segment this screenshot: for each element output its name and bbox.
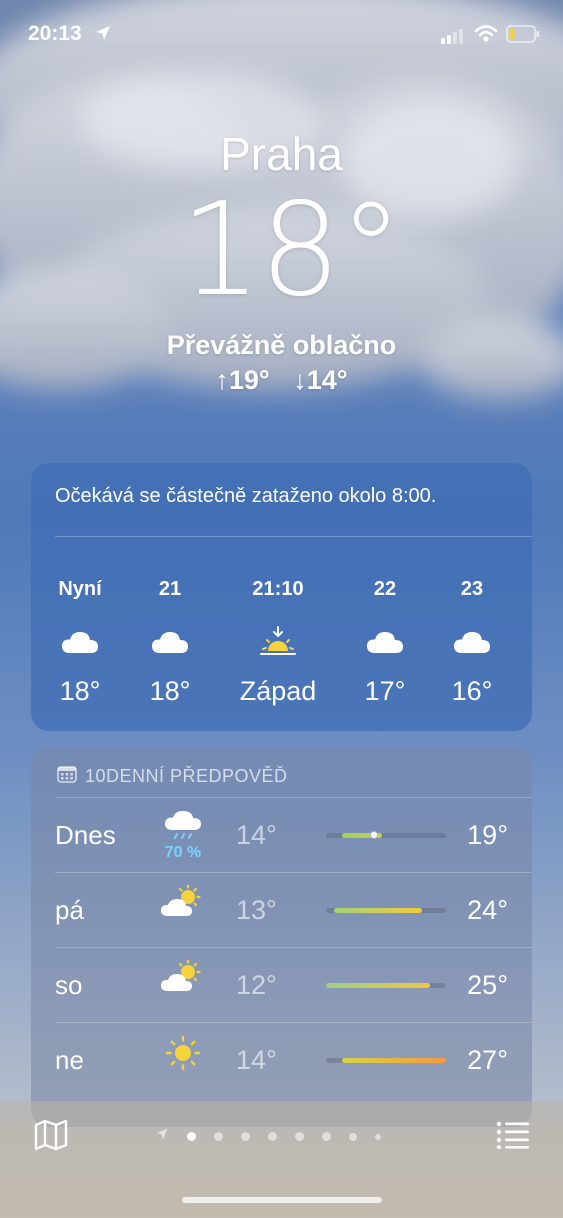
high-temperature: 24° (467, 895, 508, 925)
list-icon[interactable] (496, 1121, 530, 1154)
high-temperature: ↑19° (215, 365, 270, 395)
daily-forecast-title: 10DENNÍ PŘEDPOVĚĎ (85, 766, 288, 786)
location-arrow-icon (155, 1127, 169, 1146)
status-time: 20:13 (28, 22, 82, 45)
partly-cloudy-icon (159, 884, 207, 924)
page-dot[interactable] (241, 1132, 250, 1141)
temperature-range-bar (326, 908, 446, 913)
low-temperature: 13° (236, 895, 277, 925)
hourly-time: 21 (158, 578, 182, 600)
low-temperature: ↓14° (293, 365, 348, 395)
hourly-time: 21:10 (252, 578, 304, 600)
high-temperature: 25° (467, 970, 508, 1000)
low-temperature: 14° (236, 1045, 277, 1075)
current-weather: Praha 18° Převážně oblačno ↑19° ↓14° (0, 128, 563, 396)
low-temperature: 12° (236, 970, 277, 1000)
cellular-signal-icon (441, 28, 465, 49)
hourly-time: Nyní (58, 578, 102, 600)
day-label: Dnes (55, 820, 116, 850)
battery-icon (506, 25, 540, 48)
hourly-value: 17° (364, 676, 406, 706)
high-low-temperature: ↑19° ↓14° (0, 365, 563, 396)
sun-icon (159, 1035, 207, 1076)
page-dot[interactable] (187, 1132, 196, 1141)
cloud-icon (427, 622, 517, 662)
page-indicator[interactable] (155, 1127, 381, 1146)
forecast-summary: Očekává se částečně zataženo okolo 8:00. (55, 485, 437, 507)
map-icon[interactable] (34, 1119, 68, 1156)
temperature-range-bar (326, 983, 446, 988)
current-temperature: 18° (180, 176, 403, 325)
precipitation-chance: 70 % (164, 844, 202, 861)
temperature-range-fill (326, 983, 430, 988)
partly-cloudy-icon (159, 959, 207, 999)
temperature-range-bar (326, 1058, 446, 1063)
hourly-value: 16° (451, 676, 493, 706)
hourly-forecast-card[interactable]: Očekává se částečně zataženo okolo 8:00.… (31, 463, 532, 731)
hourly-time: 22 (373, 578, 397, 600)
daily-row[interactable]: ne 14° 27° (55, 1022, 532, 1098)
daily-row[interactable]: pá 13° 24° (55, 872, 532, 948)
daily-row[interactable]: Dnes 70 % 14° 19° (55, 797, 532, 873)
hourly-time: 23 (460, 578, 484, 600)
hourly-item: 23 16° (427, 578, 517, 707)
hourly-item: Nyní 18° (35, 578, 125, 707)
hourly-item: 22 17° (340, 578, 430, 707)
page-dot[interactable] (375, 1133, 381, 1140)
hourly-item: 21 18° (125, 578, 215, 707)
temperature-range-fill (334, 908, 422, 913)
daily-row[interactable]: so 12° 25° (55, 947, 532, 1023)
cloud-icon (35, 622, 125, 662)
sunset-icon (233, 622, 323, 662)
cloud-icon (125, 622, 215, 662)
temperature-range-bar (326, 831, 446, 839)
temperature-range-fill (342, 1058, 446, 1063)
low-temperature: 14° (236, 820, 277, 850)
page-dot[interactable] (349, 1132, 357, 1141)
day-label: pá (55, 895, 84, 925)
cloud-icon (340, 622, 430, 662)
calendar-icon (57, 765, 77, 788)
home-indicator[interactable] (182, 1197, 382, 1203)
wifi-icon (474, 24, 498, 49)
hourly-item: 21:10 Západ (233, 578, 323, 707)
hourly-value: 18° (59, 676, 101, 706)
page-dot[interactable] (268, 1132, 277, 1141)
divider (55, 536, 532, 537)
page-dot[interactable] (322, 1132, 331, 1141)
day-label: ne (55, 1045, 84, 1075)
location-arrow-icon (94, 24, 112, 47)
hourly-value: Západ (239, 676, 317, 706)
city-name: Praha (220, 128, 343, 180)
weather-condition: Převážně oblačno (166, 330, 397, 360)
page-dot[interactable] (295, 1132, 304, 1141)
daily-forecast-card[interactable]: 10DENNÍ PŘEDPOVĚĎ Dnes 70 % 14° 19° pá 13° 24°… (31, 747, 532, 1127)
high-temperature: 19° (467, 820, 508, 850)
page-dot[interactable] (214, 1132, 223, 1141)
high-temperature: 27° (467, 1045, 508, 1075)
status-bar: 20:13 (0, 20, 563, 50)
current-temperature-dot (370, 831, 378, 839)
hourly-value: 18° (149, 676, 191, 706)
day-label: so (55, 970, 83, 1000)
daily-forecast-header: 10DENNÍ PŘEDPOVĚĎ (57, 765, 288, 788)
